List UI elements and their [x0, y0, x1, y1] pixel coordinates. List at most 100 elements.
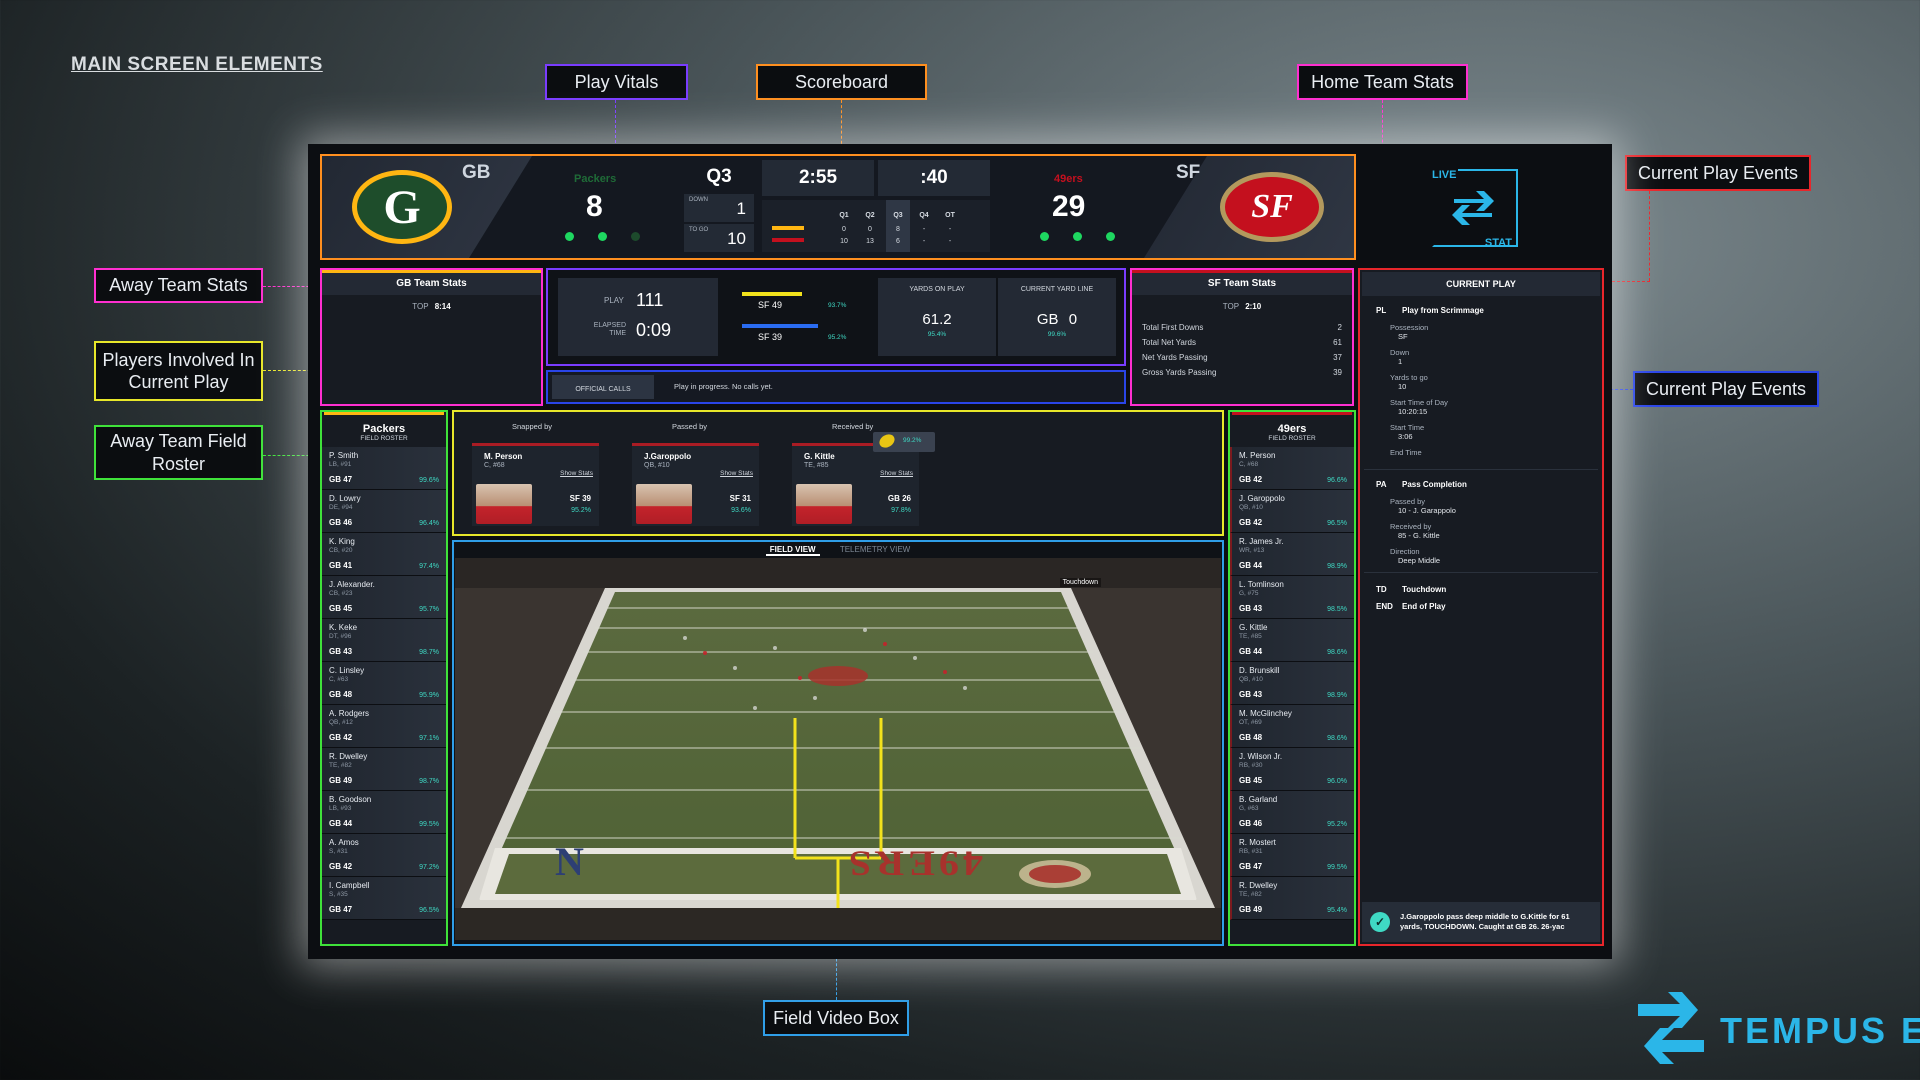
player-position: S, #31 — [329, 848, 348, 855]
field-video[interactable]: 49ERS N Touchdown — [455, 558, 1221, 940]
event-field-value: 10:20:15 — [1398, 407, 1428, 416]
arrows-icon — [1450, 187, 1496, 227]
player-yard-line: GB 42 — [329, 862, 353, 871]
player-yard-line: GB 43 — [1239, 604, 1263, 613]
roster-item[interactable]: R. Mostert RB, #31 GB 47 99.5% — [1230, 834, 1354, 877]
roster-item[interactable]: R. James Jr. WR, #13 GB 44 98.9% — [1230, 533, 1354, 576]
callout-players-involved: Players Involved In Current Play — [94, 341, 263, 401]
card-player-name: J.Garoppolo — [644, 452, 692, 461]
player-yard-line: GB 42 — [329, 733, 353, 742]
game-clock-box: 2:55 — [762, 160, 874, 196]
packers-logo: G — [352, 170, 452, 244]
event-fields: Possession SF Down 1 Yards to go 10 Start Time… — [1360, 323, 1602, 457]
event-field-value: 10 — [1398, 382, 1407, 391]
show-stats-link[interactable]: Show Stats — [880, 470, 913, 477]
play-clock: :40 — [920, 167, 948, 188]
roster-item[interactable]: R. Dwelley TE, #82 GB 49 98.7% — [322, 748, 446, 791]
quarter-cell: 0 — [868, 226, 872, 233]
player-position: TE, #82 — [329, 762, 352, 769]
quarter-cell: 0 — [842, 226, 846, 233]
roster-item[interactable]: K. Keke DT, #96 GB 43 98.7% — [322, 619, 446, 662]
event-field-label: Yards to go — [1390, 373, 1428, 382]
player-yard-line: GB 43 — [329, 647, 353, 656]
player-confidence: 98.6% — [1327, 735, 1347, 742]
away-abbr: GB — [462, 162, 491, 183]
event-field-value: Deep Middle — [1398, 556, 1441, 565]
player-yard-line: GB 46 — [1239, 819, 1263, 828]
player-name: R. Dwelley — [1239, 881, 1278, 890]
roster-item[interactable]: I. Campbell S, #35 GB 47 96.5% — [322, 877, 446, 920]
player-position: DT, #96 — [329, 633, 352, 640]
roster-item[interactable]: K. King CB, #20 GB 41 97.4% — [322, 533, 446, 576]
event-head: TD Touchdown — [1360, 585, 1598, 594]
show-stats-link[interactable]: Show Stats — [560, 470, 593, 477]
scoreboard: G GB Packers 8 Q3 DOWN 1 TO GO 10 2:55 :… — [320, 154, 1356, 260]
roster-item[interactable]: C. Linsley C, #63 GB 48 95.9% — [322, 662, 446, 705]
away-score: 8 — [586, 190, 603, 223]
tab-telemetry-view[interactable]: TELEMETRY VIEW — [840, 545, 910, 554]
player-name: G. Kittle — [1239, 623, 1268, 632]
quarter-cell: Q2 — [865, 212, 875, 219]
player-yard-line: GB 44 — [1239, 647, 1263, 656]
down-box: DOWN 1 — [684, 194, 754, 222]
event-td: TD Touchdown END End of Play — [1364, 572, 1598, 611]
ball-confidence: 99.2% — [903, 437, 922, 444]
player-name: M. McGlinchey — [1239, 709, 1292, 718]
roster-item[interactable]: L. Tomlinson G, #75 GB 43 98.5% — [1230, 576, 1354, 619]
elapsed-value: 0:09 — [636, 320, 672, 340]
away-timeouts — [565, 232, 640, 241]
togo-label: TO GO — [689, 227, 709, 233]
player-confidence: 97.1% — [419, 735, 439, 742]
packers-logo-letter: G — [383, 180, 421, 234]
tab-field-view[interactable]: FIELD VIEW — [765, 545, 820, 556]
roster-item[interactable]: B. Goodson LB, #93 GB 44 99.5% — [322, 791, 446, 834]
player-yard-line: GB 45 — [1239, 776, 1263, 785]
roster-item[interactable]: A. Rodgers QB, #12 GB 42 97.1% — [322, 705, 446, 748]
stat-row: Total Net Yards 61 — [1142, 338, 1342, 347]
player-position: RB, #30 — [1239, 762, 1263, 769]
callout-label: Home Team Stats — [1311, 71, 1454, 92]
roster-item[interactable]: D. Lowry DE, #94 GB 46 96.4% — [322, 490, 446, 533]
roster-item[interactable]: M. Person C, #68 GB 42 96.6% — [1230, 447, 1354, 490]
event-field-label: Down — [1390, 348, 1410, 357]
roster-item[interactable]: J. Wilson Jr. RB, #30 GB 45 96.0% — [1230, 748, 1354, 791]
roster-item[interactable]: D. Brunskill QB, #10 GB 43 98.9% — [1230, 662, 1354, 705]
player-yard-line: GB 49 — [329, 776, 353, 785]
player-name: P. Smith — [329, 451, 359, 460]
quarter-cell: Q1 — [839, 212, 849, 219]
event-field-value: 1 — [1398, 357, 1403, 366]
roster-item[interactable]: M. McGlinchey OT, #69 GB 48 98.6% — [1230, 705, 1354, 748]
player-position: DE, #94 — [329, 504, 353, 511]
card-yard-line: GB 26 — [887, 494, 911, 503]
show-stats-link[interactable]: Show Stats — [720, 470, 753, 477]
roster-item[interactable]: J. Garoppolo QB, #10 GB 42 96.5% — [1230, 490, 1354, 533]
roster-item[interactable]: B. Garland G, #63 GB 46 95.2% — [1230, 791, 1354, 834]
callout-field-video-box: Field Video Box — [763, 1000, 909, 1036]
roster-item[interactable]: J. Alexander. CB, #23 GB 45 95.7% — [322, 576, 446, 619]
current-play: CURRENT PLAY PL Play from Scrimmage Posse… — [1358, 268, 1604, 946]
event-field-label: Direction — [1390, 547, 1420, 556]
roster-item[interactable]: P. Smith LB, #91 GB 47 99.6% — [322, 447, 446, 490]
niners-logo-letter: SF — [1251, 188, 1293, 225]
yardline-row: GB 0 — [998, 311, 1116, 328]
player-confidence: 96.4% — [419, 520, 439, 527]
yards-on-play: YARDS ON PLAY 61.2 95.4% — [878, 278, 996, 356]
player-yard-line: GB 44 — [329, 819, 353, 828]
player-confidence: 96.5% — [419, 907, 439, 914]
event-title: Touchdown — [1402, 585, 1447, 594]
player-name: R. Dwelley — [329, 752, 368, 761]
player-confidence: 95.4% — [1327, 907, 1347, 914]
card-player-name: G. Kittle — [804, 452, 835, 461]
roster-item[interactable]: G. Kittle TE, #85 GB 44 98.6% — [1230, 619, 1354, 662]
quarter-cell: - — [922, 226, 926, 233]
current-yard-line: CURRENT YARD LINE GB 0 99.6% — [998, 278, 1116, 356]
roster-item[interactable]: R. Dwelley TE, #82 GB 49 95.4% — [1230, 877, 1354, 920]
player-name: I. Campbell — [329, 881, 370, 890]
roster-item[interactable]: A. Amos S, #31 GB 42 97.2% — [322, 834, 446, 877]
quarter-cell: Q4 — [919, 212, 929, 219]
play-counter: PLAY 111 ELAPSED TIME 0:09 — [558, 278, 718, 356]
callout-label: Play Vitals — [574, 71, 659, 92]
event-code: END — [1376, 602, 1393, 611]
event-field-value: 3:06 — [1398, 432, 1413, 441]
quarter-grid-inner: Q1 Q2 Q3 Q4 OT 0 0 8 - - 10 13 6 - - — [762, 200, 990, 252]
